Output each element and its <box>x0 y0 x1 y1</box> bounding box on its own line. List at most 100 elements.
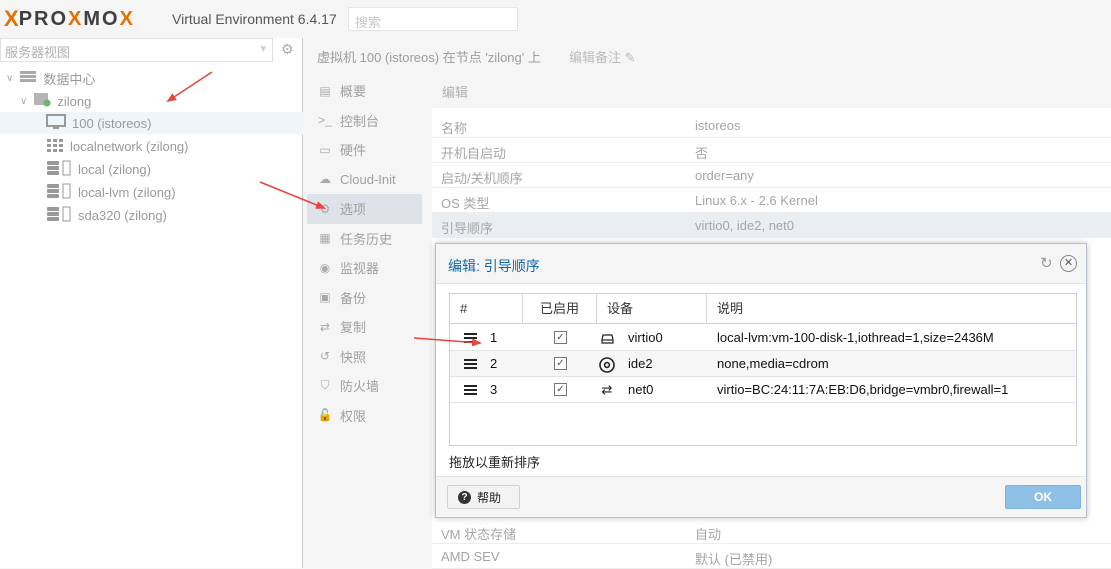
option-row-startup[interactable]: 启动/关机顺序 order=any <box>432 163 1111 188</box>
drag-handle-icon[interactable] <box>464 359 477 369</box>
console-icon: >_ <box>318 113 332 128</box>
dialog-header: 编辑: 引导顺序 ↻ ✕ <box>436 244 1086 284</box>
options-toolbar: 编辑 <box>432 76 1111 108</box>
vm-nav-menu: ▤ 概要 >_ 控制台 ▭ 硬件 ☁ Cloud-Init ⚙ 选项 ▦ 任务历史 ◉ 监视器… <box>307 76 422 430</box>
reset-icon[interactable]: ↻ <box>1040 254 1053 272</box>
edit-button[interactable]: 编辑 <box>442 82 468 101</box>
option-row-amd-sev[interactable]: AMD SEV 默认 (已禁用) <box>432 544 1111 569</box>
tree-item-datacenter[interactable]: ∨ 数据中心 <box>6 67 95 89</box>
column-header-number[interactable]: # <box>450 294 523 324</box>
vm-icon <box>46 113 66 133</box>
resource-tree-panel: 服务器视图 ▾ ⚙ ∨ 数据中心 ∨ zilong 100 (istoreos)… <box>0 38 303 568</box>
tree-item-label: 数据中心 <box>43 71 96 87</box>
node-icon <box>33 92 51 110</box>
tree-item-sda320[interactable]: sda320 (zilong) <box>46 204 167 226</box>
nav-item-hardware[interactable]: ▭ 硬件 <box>307 135 422 165</box>
nav-item-monitor[interactable]: ◉ 监视器 <box>307 253 422 283</box>
logo-wordmark: PROXMOX <box>18 8 135 30</box>
tree-item-label: 100 (istoreos) <box>72 115 152 131</box>
question-circle-icon: ? <box>458 490 471 504</box>
drag-handle-icon[interactable] <box>464 385 477 395</box>
option-row-ostype[interactable]: OS 类型 Linux 6.x - 2.6 Kernel <box>432 188 1111 213</box>
nav-item-permissions[interactable]: 🔓 权限 <box>307 401 422 431</box>
nav-item-options[interactable]: ⚙ 选项 <box>307 194 422 224</box>
tree-item-localnetwork[interactable]: localnetwork (zilong) <box>46 135 189 157</box>
storage-icon <box>46 160 72 179</box>
pencil-icon: ✎ <box>624 50 636 65</box>
disk-icon <box>598 325 616 351</box>
row-number: 1 <box>490 330 498 345</box>
tree-item-vm-100[interactable]: 100 (istoreos) <box>0 112 303 134</box>
view-selector[interactable]: 服务器视图 ▾ <box>0 38 273 62</box>
list-icon: ▦ <box>319 231 331 246</box>
gear-icon[interactable]: ⚙ <box>281 41 294 58</box>
nav-item-cloud-init[interactable]: ☁ Cloud-Init <box>307 165 422 195</box>
enabled-checkbox[interactable]: ✓ <box>554 357 567 370</box>
expand-caret-icon[interactable]: ∨ <box>20 96 27 107</box>
nav-item-console[interactable]: >_ 控制台 <box>307 106 422 136</box>
enabled-checkbox[interactable]: ✓ <box>554 383 567 396</box>
datacenter-icon <box>19 70 37 86</box>
help-button[interactable]: ? 帮助 <box>447 485 520 509</box>
edit-notes-button[interactable]: 编辑备注 ✎ <box>569 47 636 66</box>
storage-icon <box>46 206 72 225</box>
cloud-icon: ☁ <box>319 172 331 187</box>
page-title: 虚拟机 100 (istoreos) 在节点 'zilong' 上 <box>317 50 541 65</box>
tree-item-label: local (zilong) <box>78 161 151 177</box>
table-row[interactable]: 1 ✓ virtio0 local-lvm:vm-100-disk-1,ioth… <box>450 325 1076 351</box>
row-number: 2 <box>490 356 498 371</box>
nav-item-summary[interactable]: ▤ 概要 <box>307 76 422 106</box>
option-row-onboot[interactable]: 开机自启动否 <box>432 138 1111 163</box>
tree-item-label: zilong <box>57 93 92 109</box>
dialog-footer: ? 帮助 OK <box>436 476 1086 517</box>
monitor-icon: ▭ <box>319 142 331 157</box>
column-header-device[interactable]: 设备 <box>597 294 707 324</box>
column-header-description[interactable]: 说明 <box>707 294 1076 324</box>
product-version: Virtual Environment 6.4.17 <box>172 11 337 27</box>
nav-item-replication[interactable]: ⇄ 复制 <box>307 312 422 342</box>
storage-icon <box>46 183 72 202</box>
column-header-enabled[interactable]: 已启用 <box>523 294 597 324</box>
nav-item-backup[interactable]: ▣ 备份 <box>307 283 422 313</box>
nav-item-task-history[interactable]: ▦ 任务历史 <box>307 224 422 254</box>
logo-x-mark: X <box>4 6 19 31</box>
proxmox-logo[interactable]: X PROXMOX <box>4 6 135 32</box>
gear-icon: ⚙ <box>319 201 331 216</box>
chevron-down-icon[interactable]: ▾ <box>260 42 266 55</box>
search-input[interactable]: 搜索 <box>348 7 518 31</box>
history-icon: ↺ <box>319 349 331 364</box>
help-button-label: 帮助 <box>477 490 502 505</box>
tree-item-local[interactable]: local (zilong) <box>46 158 151 180</box>
boot-order-grid: # 已启用 设备 说明 1 ✓ virtio0 local-lvm:vm-100… <box>449 293 1077 446</box>
row-number: 3 <box>490 382 498 397</box>
tree-item-label: local-lvm (zilong) <box>78 184 176 200</box>
nav-item-firewall[interactable]: ⛉ 防火墙 <box>307 371 422 401</box>
ok-button[interactable]: OK <box>1005 485 1081 509</box>
drag-hint: 拖放以重新排序 <box>449 455 541 470</box>
close-icon[interactable]: ✕ <box>1060 255 1077 272</box>
option-row-boot-order[interactable]: 引导顺序 virtio0, ide2, net0 <box>432 213 1111 238</box>
eye-icon: ◉ <box>319 260 331 275</box>
enabled-checkbox[interactable]: ✓ <box>554 331 567 344</box>
floppy-icon: ▣ <box>319 290 331 305</box>
nav-item-snapshot[interactable]: ↺ 快照 <box>307 342 422 372</box>
shield-icon: ⛉ <box>320 378 330 393</box>
device-description: local-lvm:vm-100-disk-1,iothread=1,size=… <box>717 330 994 345</box>
table-row[interactable]: 3 ✓ ⇄ net0 virtio=BC:24:11:7A:EB:D6,brid… <box>450 377 1076 403</box>
expand-caret-icon[interactable]: ∨ <box>6 73 13 84</box>
option-row-name[interactable]: 名称 istoreos <box>432 113 1111 138</box>
option-row-vmstate[interactable]: VM 状态存储 自动 <box>432 519 1111 544</box>
tree-item-label: localnetwork (zilong) <box>70 138 189 154</box>
dialog-title: 编辑: 引导顺序 <box>448 258 540 274</box>
device-name: net0 <box>628 382 654 397</box>
device-description: virtio=BC:24:11:7A:EB:D6,bridge=vmbr0,fi… <box>717 382 1009 397</box>
retweet-icon: ⇄ <box>319 319 331 334</box>
table-row[interactable]: 2 ✓ ide2 none,media=cdrom <box>450 351 1076 377</box>
grid-header: # 已启用 设备 说明 <box>450 294 1076 324</box>
tree-item-local-lvm[interactable]: local-lvm (zilong) <box>46 181 176 203</box>
breadcrumb: 虚拟机 100 (istoreos) 在节点 'zilong' 上 编辑备注 ✎ <box>307 38 1111 72</box>
device-description: none,media=cdrom <box>717 356 829 371</box>
drag-handle-icon[interactable] <box>464 333 477 343</box>
unlock-icon: 🔓 <box>317 408 333 423</box>
tree-item-node[interactable]: ∨ zilong <box>20 90 91 112</box>
